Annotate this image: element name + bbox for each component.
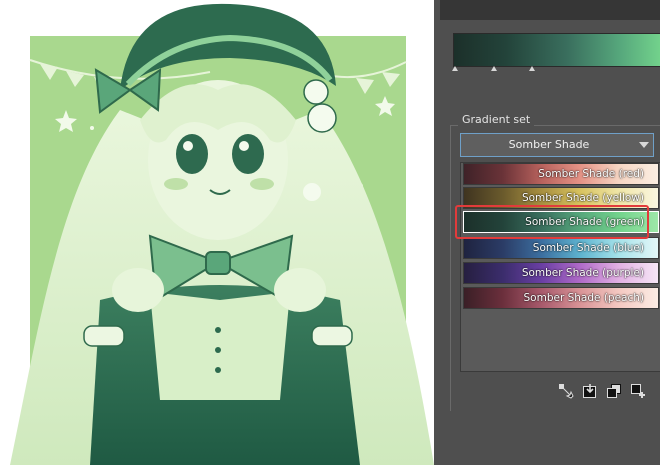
gradient-set-label: Gradient set — [458, 113, 535, 127]
gradient-item[interactable]: Somber Shade (peach) — [463, 287, 659, 309]
gradient-set-dropdown[interactable]: Somber Shade — [460, 133, 654, 157]
gradient-item-label: Somber Shade (blue) — [532, 242, 644, 254]
add-gradient-icon[interactable] — [630, 383, 646, 399]
gradient-item-label: Somber Shade (peach) — [523, 292, 645, 304]
left-eye — [176, 134, 208, 174]
chevron-down-icon — [639, 142, 649, 148]
gradient-stop-marker[interactable] — [529, 66, 535, 71]
gradient-item[interactable]: Somber Shade (red) — [463, 163, 659, 185]
gradient-stop-marker[interactable] — [491, 66, 497, 71]
edit-gradient-icon[interactable] — [558, 383, 574, 399]
gradient-item[interactable]: Somber Shade (blue) — [463, 237, 659, 259]
panel-footer — [440, 411, 660, 465]
gradient-item[interactable]: Somber Shade (yellow) — [463, 187, 659, 209]
gradient-item-label: Somber Shade (green) — [525, 216, 644, 228]
gradient-set-selected-value: Somber Shade — [508, 138, 590, 151]
gradient-item-label: Somber Shade (yellow) — [521, 192, 644, 204]
snowman-charm — [303, 79, 329, 105]
gradient-item-selected[interactable]: Somber Shade (green) — [463, 211, 659, 233]
gradient-item[interactable]: Somber Shade (purple) — [463, 262, 659, 284]
gradient-panel: Gradient set Somber Shade Somber Shade (… — [434, 0, 660, 465]
panel-title-bar[interactable] — [440, 0, 660, 20]
anime-illustration — [10, 3, 434, 465]
right-eye — [232, 134, 264, 174]
gradient-preview-bar[interactable] — [453, 33, 660, 67]
gradient-list[interactable]: Somber Shade (red) Somber Shade (yellow)… — [460, 162, 660, 372]
artwork-canvas — [0, 0, 434, 465]
blouse-front — [150, 292, 290, 400]
import-gradient-icon[interactable] — [582, 383, 598, 399]
gradient-item-label: Somber Shade (purple) — [521, 267, 644, 279]
gradient-item-label: Somber Shade (red) — [538, 168, 644, 180]
gradient-stop-marker[interactable] — [452, 66, 458, 71]
duplicate-gradient-icon[interactable] — [606, 383, 622, 399]
